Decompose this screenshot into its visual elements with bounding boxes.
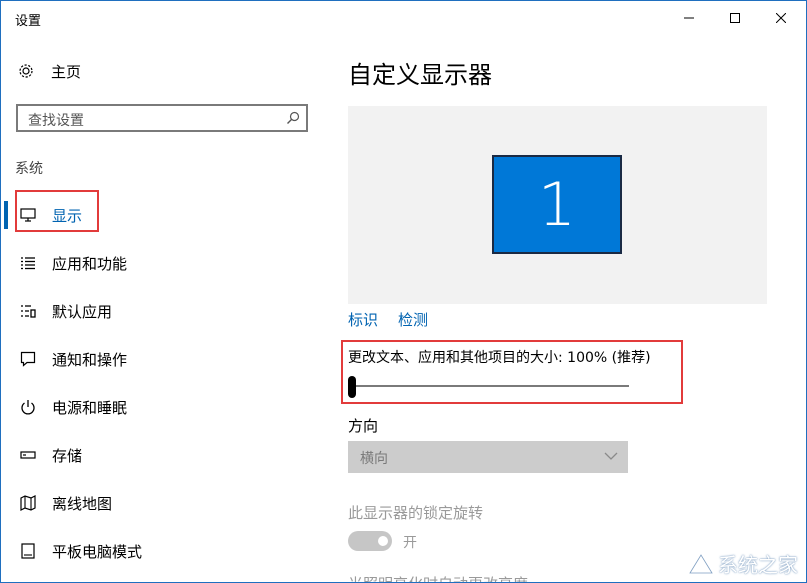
rotation-lock-state: 开 [403,535,417,551]
close-icon [776,13,786,23]
default-apps-icon [19,303,37,319]
identify-link[interactable]: 标识 [348,309,378,330]
sidebar-item-label: 平板电脑模式 [52,543,143,561]
watermark-text: 系统之家 [718,553,798,577]
maximize-button[interactable] [712,1,758,35]
orientation-label: 方向 [348,417,379,435]
sidebar-item-default-apps[interactable]: 默认应用 [1,293,327,329]
chevron-down-icon [604,452,618,460]
rotation-lock-label: 此显示器的锁定旋转 [348,504,484,522]
sidebar-item-apps-features[interactable]: 应用和功能 [1,245,327,281]
sidebar-item-tablet-mode[interactable]: 平板电脑模式 [1,533,327,569]
maximize-icon [730,13,740,23]
sidebar: 主页 查找设置 系统 显示 应用和功能 默认应用 通知和操作 电源和睡眠 存储 … [1,35,327,582]
page-title: 自定义显示器 [348,61,492,89]
watermark-logo-icon [688,552,714,574]
tablet-icon [19,543,37,559]
sidebar-item-label: 电源和睡眠 [52,399,128,417]
sidebar-item-label: 存储 [52,447,83,465]
storage-icon [19,447,37,463]
sidebar-item-power-sleep[interactable]: 电源和睡眠 [1,389,327,425]
notification-icon [19,351,37,367]
window-title: 设置 [15,14,42,29]
sidebar-item-label: 离线地图 [52,495,113,513]
rotation-lock-toggle[interactable] [348,531,392,551]
minimize-button[interactable] [666,1,712,35]
display-links: 标识 检测 [348,309,428,330]
orientation-dropdown[interactable]: 横向 [348,441,628,473]
monitor-tile[interactable]: 1 [492,155,622,254]
toggle-knob [378,536,388,546]
search-icon[interactable] [286,111,300,125]
home-nav-item[interactable]: 主页 [17,59,81,83]
auto-brightness-label: 光照明亮化时自动更改亮度 [348,573,528,582]
sidebar-item-label: 应用和功能 [52,255,128,273]
minimize-icon [684,17,694,19]
main-content: 自定义显示器 1 标识 检测 更改文本、应用和其他项目的大小: 100% (推荐… [327,35,806,582]
home-label: 主页 [51,62,82,81]
display-arrangement-preview: 1 [348,106,767,304]
sidebar-item-offline-maps[interactable]: 离线地图 [1,485,327,521]
title-bar: 设置 [1,1,806,35]
watermark: 系统之家 [688,549,798,578]
sidebar-item-label: 通知和操作 [52,351,128,369]
section-label-system: 系统 [15,161,43,177]
search-placeholder: 查找设置 [28,113,84,129]
settings-window: 设置 主页 查找设置 系统 显示 应用和功能 默认应用 通知和操作 电源和睡眠 … [0,0,807,583]
list-icon [19,255,37,271]
sidebar-item-storage[interactable]: 存储 [1,437,327,473]
map-icon [19,495,37,511]
sidebar-item-label: 默认应用 [52,303,113,321]
orientation-value: 横向 [360,451,388,467]
close-button[interactable] [758,1,804,35]
power-icon [19,399,37,415]
detect-link[interactable]: 检测 [398,309,428,330]
sidebar-item-notifications[interactable]: 通知和操作 [1,341,327,377]
search-box[interactable]: 查找设置 [16,104,308,132]
monitor-number: 1 [537,169,577,240]
highlight-box-display [15,190,99,232]
gear-icon [19,64,33,78]
highlight-box-scale [341,340,683,404]
